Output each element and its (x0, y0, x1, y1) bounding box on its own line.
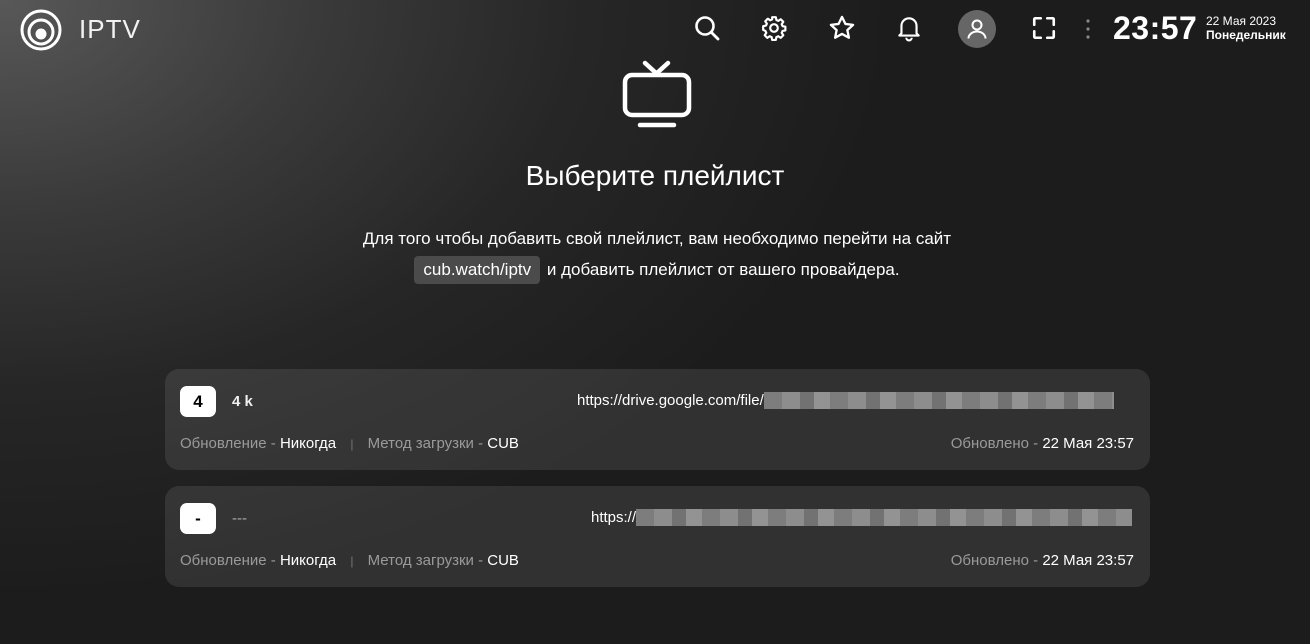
update-label: Обновление - (180, 552, 280, 569)
meta-separator: | (350, 437, 354, 451)
playlist-url-text: https://drive.google.com/file/ (577, 392, 764, 409)
playlist-card[interactable]: - --- https:// Обновление - Никогда | Ме… (165, 486, 1150, 587)
page-title: Выберите плейлист (525, 160, 785, 191)
updated-label: Обновлено - (950, 435, 1043, 452)
date-block: 22 Мая 2023 Понедельник (1206, 14, 1286, 42)
playlist-url-text: https:// (591, 509, 637, 526)
update-label: Обновление - (180, 435, 280, 452)
playlist-name: 4 k (232, 393, 253, 410)
playlist-meta: Обновление - Никогда | Метод загрузки - … (180, 435, 519, 452)
description-line2-text: и добавить плейлист от вашего провайдера… (546, 260, 900, 279)
playlist-updated: Обновлено - 22 Мая 23:57 (951, 552, 1134, 569)
method-value: CUB (487, 552, 519, 569)
playlist-url: https://drive.google.com/file/ (577, 392, 1114, 409)
bell-icon[interactable] (893, 12, 925, 44)
header: IPTV 23:57 22 Мая 2023 Понедельник (0, 0, 1310, 60)
playlist-updated: Обновлено - 22 Мая 23:57 (951, 435, 1134, 452)
clock: 23:57 (1113, 10, 1198, 46)
description: Для того чтобы добавить свой плейлист, в… (0, 223, 1310, 285)
tv-icon (622, 60, 692, 128)
more-vertical-icon[interactable] (1080, 16, 1096, 42)
site-link[interactable]: cub.watch/iptv (414, 256, 541, 284)
updated-label: Обновлено - (950, 552, 1043, 569)
method-value: CUB (487, 435, 519, 452)
updated-value: 22 Мая 23:57 (1042, 435, 1134, 452)
method-label: Метод загрузки - (367, 552, 488, 569)
playlist-name: --- (232, 510, 247, 527)
method-label: Метод загрузки - (367, 435, 488, 452)
update-value: Никогда (279, 435, 337, 452)
weekday-text: Понедельник (1206, 28, 1286, 42)
settings-icon[interactable] (758, 12, 790, 44)
user-icon (967, 19, 987, 39)
description-line2: cub.watch/iptv и добавить плейлист от ва… (0, 254, 1310, 285)
fullscreen-icon[interactable] (1028, 12, 1060, 44)
url-redaction (636, 509, 1133, 526)
update-value: Никогда (279, 552, 337, 569)
description-line1: Для того чтобы добавить свой плейлист, в… (362, 229, 952, 248)
search-icon[interactable] (691, 12, 723, 44)
playlist-url: https:// (591, 509, 1133, 526)
star-icon[interactable] (826, 12, 858, 44)
date-text: 22 Мая 2023 (1206, 14, 1277, 28)
playlist-number: 4 (180, 386, 216, 417)
app-logo-icon (20, 9, 62, 51)
updated-value: 22 Мая 23:57 (1042, 552, 1134, 569)
app-title: IPTV (79, 14, 141, 44)
user-avatar[interactable] (958, 10, 996, 48)
playlist-card[interactable]: 4 4 k https://drive.google.com/file/ Обн… (165, 369, 1150, 470)
url-redaction (763, 392, 1114, 409)
playlist-number: - (180, 503, 216, 534)
meta-separator: | (350, 554, 354, 568)
playlist-meta: Обновление - Никогда | Метод загрузки - … (180, 552, 519, 569)
